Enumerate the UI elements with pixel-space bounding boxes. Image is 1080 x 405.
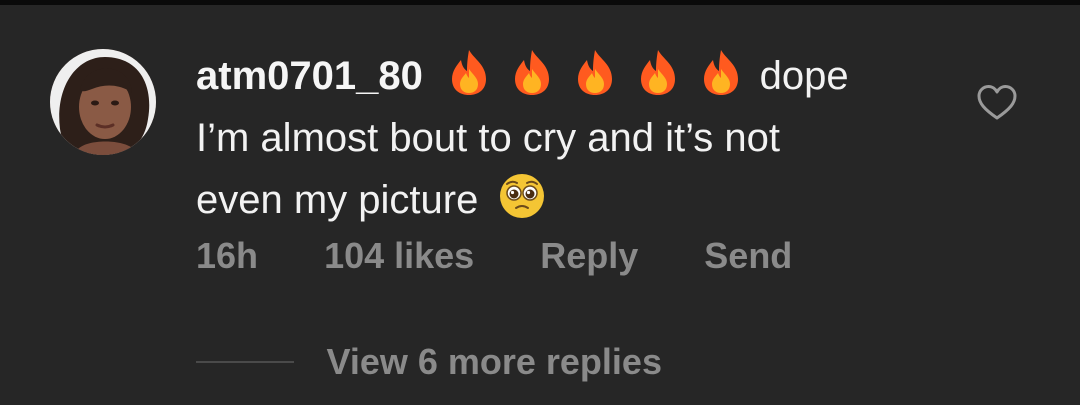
fire-icon [578, 50, 613, 95]
comment-meta: 16h 104 likes Reply Send [196, 235, 848, 277]
heart-icon[interactable] [976, 83, 1018, 123]
fire-icon [641, 50, 676, 95]
send-button[interactable]: Send [704, 235, 792, 277]
pleading-face-icon [500, 174, 545, 218]
comment-text-third: even my picture [196, 178, 479, 222]
reply-button[interactable]: Reply [540, 235, 638, 277]
avatar[interactable] [50, 49, 156, 155]
comment-second-line: I’m almost bout to cry and it’s not [196, 116, 780, 160]
username[interactable]: atm0701_80 [196, 54, 423, 98]
fire-icon [451, 50, 486, 95]
replies-divider [196, 361, 294, 363]
view-more-replies[interactable]: View 6 more replies [196, 341, 662, 389]
comment-item: atm0701_80 dope I’m almost bout to cry a… [0, 5, 1080, 405]
fire-icon [704, 50, 739, 95]
comment-text-first: dope [759, 54, 849, 98]
fire-emoji-group [444, 45, 749, 107]
comment-body: atm0701_80 dope I’m almost bout to cry a… [196, 45, 956, 231]
view-more-replies-label[interactable]: View 6 more replies [326, 341, 662, 382]
avatar-image [50, 49, 156, 155]
comment-third-line: even my picture [196, 169, 956, 231]
likes-count[interactable]: 104 likes [324, 235, 474, 277]
comment-time: 16h [196, 235, 259, 276]
comment-first-line: atm0701_80 dope [196, 45, 956, 107]
fire-icon [515, 50, 550, 95]
